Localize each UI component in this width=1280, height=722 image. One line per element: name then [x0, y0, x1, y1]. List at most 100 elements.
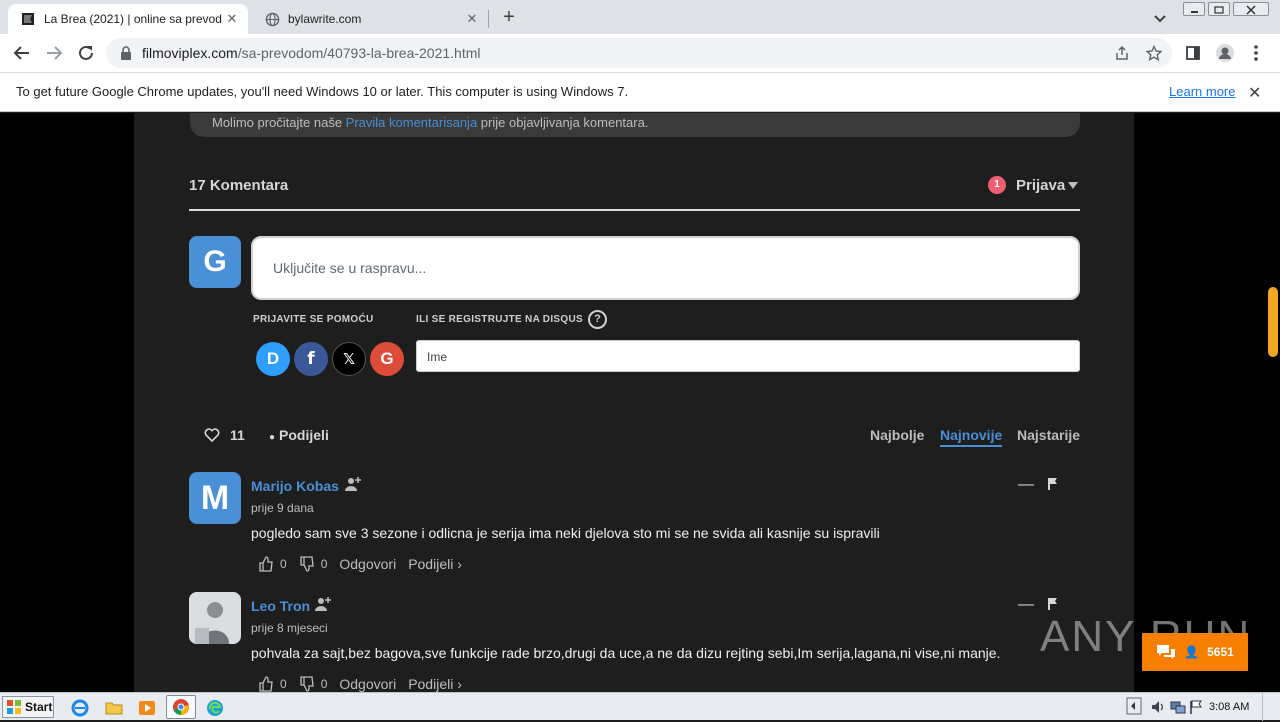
votes-count: 11 [230, 427, 245, 443]
start-button[interactable]: Start [2, 696, 54, 718]
lock-icon[interactable] [120, 46, 132, 65]
login-dropdown[interactable]: 1 Prijava [988, 176, 1079, 194]
notification-badge[interactable]: 1 [988, 176, 1006, 194]
avatar[interactable]: M [189, 472, 241, 524]
edge-icon[interactable] [206, 699, 224, 717]
new-tab-button[interactable]: + [498, 6, 520, 28]
share-comment-button[interactable]: Podijeli › [408, 556, 462, 572]
sort-newest-tab[interactable]: Najnovije [940, 427, 1003, 447]
tab-title: bylawrite.com [288, 12, 362, 26]
downvote-count: 0 [320, 557, 328, 571]
help-icon[interactable]: ? [588, 310, 607, 329]
address-bar[interactable]: filmoviplex.com/sa-prevodom/40793-la-bre… [106, 38, 1172, 68]
system-clock[interactable]: 3:08 AM [1209, 701, 1249, 713]
tab-title: La Brea (2021) | online sa prevodom [44, 12, 222, 26]
comment-author[interactable]: Leo Tron [251, 598, 310, 614]
page-scrollbar-thumb[interactable] [1268, 287, 1278, 357]
tab-bylawrite[interactable]: bylawrite.com ✕ [252, 4, 488, 34]
reply-button[interactable]: Odgovori [339, 676, 396, 692]
update-infobar: To get future Google Chrome updates, you… [0, 72, 1280, 112]
sort-oldest-tab[interactable]: Najstarije [1017, 427, 1080, 443]
follow-user-icon[interactable] [344, 475, 362, 493]
thumbs-up-icon[interactable] [258, 556, 274, 572]
share-thread-button[interactable]: ● Podijeli [269, 427, 329, 443]
x-login-button[interactable]: 𝕏 [332, 342, 366, 376]
comment-author[interactable]: Marijo Kobas [251, 478, 339, 494]
login-label[interactable]: Prijava [1016, 177, 1065, 194]
network-icon[interactable] [1170, 699, 1186, 715]
chrome-icon [173, 699, 189, 716]
reload-icon[interactable] [75, 42, 97, 64]
back-arrow-icon[interactable] [11, 42, 33, 64]
chat-widget-button[interactable]: 👤 5651 [1142, 633, 1248, 671]
tab-search-chevron-icon[interactable] [1150, 8, 1170, 28]
flag-icon[interactable] [1047, 477, 1059, 496]
user-icon: 👤 [1184, 645, 1200, 659]
window-restore-button[interactable] [1208, 2, 1230, 16]
profile-avatar-icon[interactable] [1215, 43, 1235, 63]
comments-section: Molimo pročitajte naše Pravila komentari… [134, 113, 1134, 692]
comment-rules-notice: Molimo pročitajte naše Pravila komentari… [190, 113, 1080, 137]
speaker-icon[interactable] [1150, 699, 1166, 715]
url-text: filmoviplex.com/sa-prevodom/40793-la-bre… [142, 45, 481, 61]
google-login-button[interactable]: G [370, 342, 404, 376]
facebook-login-button[interactable]: f [294, 342, 328, 376]
page-viewport: Molimo pročitajte naše Pravila komentari… [0, 113, 1280, 692]
show-desktop-button[interactable] [1262, 693, 1280, 721]
disqus-login-button[interactable]: D [256, 342, 290, 376]
thumbs-down-icon[interactable] [299, 556, 315, 572]
comment-text: pohvala za sajt,bez bagova,sve funkcije … [251, 645, 1001, 661]
infobar-close-icon[interactable]: ✕ [1248, 83, 1261, 103]
header-divider [189, 209, 1080, 211]
ie-icon[interactable] [71, 699, 89, 717]
menu-kebab-icon[interactable] [1246, 43, 1266, 63]
downvote-count: 0 [320, 677, 328, 691]
globe-icon [264, 11, 280, 27]
sort-best-tab[interactable]: Najbolje [870, 427, 924, 443]
tab-strip: La Brea (2021) | online sa prevodom ✕ by… [0, 0, 1280, 34]
thumbs-up-icon[interactable] [258, 676, 274, 692]
avatar[interactable] [189, 592, 241, 644]
share-icon[interactable] [1114, 45, 1130, 61]
comment-timestamp[interactable]: prije 9 dana [251, 501, 314, 515]
thumbs-down-icon[interactable] [299, 676, 315, 692]
window-minimize-button[interactable] [1183, 2, 1205, 16]
recommend-button[interactable]: 11 [204, 427, 245, 443]
side-panel-icon[interactable] [1183, 43, 1203, 63]
bookmark-star-icon[interactable] [1145, 44, 1163, 62]
share-comment-button[interactable]: Podijeli › [408, 676, 462, 692]
tab-separator [488, 10, 489, 28]
caret-down-icon[interactable] [1068, 180, 1079, 190]
media-player-icon[interactable] [138, 699, 156, 717]
rules-link[interactable]: Pravila komentarisanja [346, 115, 478, 130]
comment-count: 17 Komentara [189, 177, 289, 194]
tab-close-icon[interactable]: ✕ [222, 9, 242, 29]
follow-user-icon[interactable] [314, 595, 332, 613]
comment-input[interactable]: Uključite se u raspravu... [251, 236, 1080, 300]
action-center-flag-icon[interactable] [1188, 699, 1204, 715]
guest-avatar: G [189, 236, 241, 288]
collapse-icon[interactable]: — [1018, 596, 1034, 614]
login-with-label: PRIJAVITE SE POMOĆU [253, 314, 374, 325]
comment-text: pogledo sam sve 3 sezone i odlicna je se… [251, 525, 880, 541]
forward-arrow-icon[interactable] [43, 42, 65, 64]
heart-icon [204, 428, 220, 442]
window-close-button[interactable] [1233, 2, 1269, 16]
comment-actions: 0 0 Odgovori Podijeli › [258, 676, 474, 692]
infobar-message: To get future Google Chrome updates, you… [16, 84, 629, 99]
file-explorer-icon[interactable] [105, 699, 123, 717]
comment-timestamp[interactable]: prije 8 mjeseci [251, 621, 328, 635]
tray-expand-icon[interactable] [1126, 697, 1142, 715]
register-label: ILI SE REGISTRUJTE NA DISQUS [416, 314, 583, 325]
online-count: 5651 [1207, 645, 1234, 659]
collapse-icon[interactable]: — [1018, 476, 1034, 494]
name-field[interactable]: Ime [416, 340, 1080, 372]
reply-button[interactable]: Odgovori [339, 556, 396, 572]
learn-more-link[interactable]: Learn more [1169, 84, 1235, 99]
upvote-count: 0 [280, 557, 287, 571]
tab-la-brea[interactable]: La Brea (2021) | online sa prevodom ✕ [8, 4, 248, 34]
comment-actions: 0 0 Odgovori Podijeli › [258, 556, 474, 572]
tab-close-icon[interactable]: ✕ [462, 9, 482, 29]
chat-bubbles-icon [1157, 645, 1176, 659]
chrome-taskbar-button[interactable] [166, 695, 196, 719]
